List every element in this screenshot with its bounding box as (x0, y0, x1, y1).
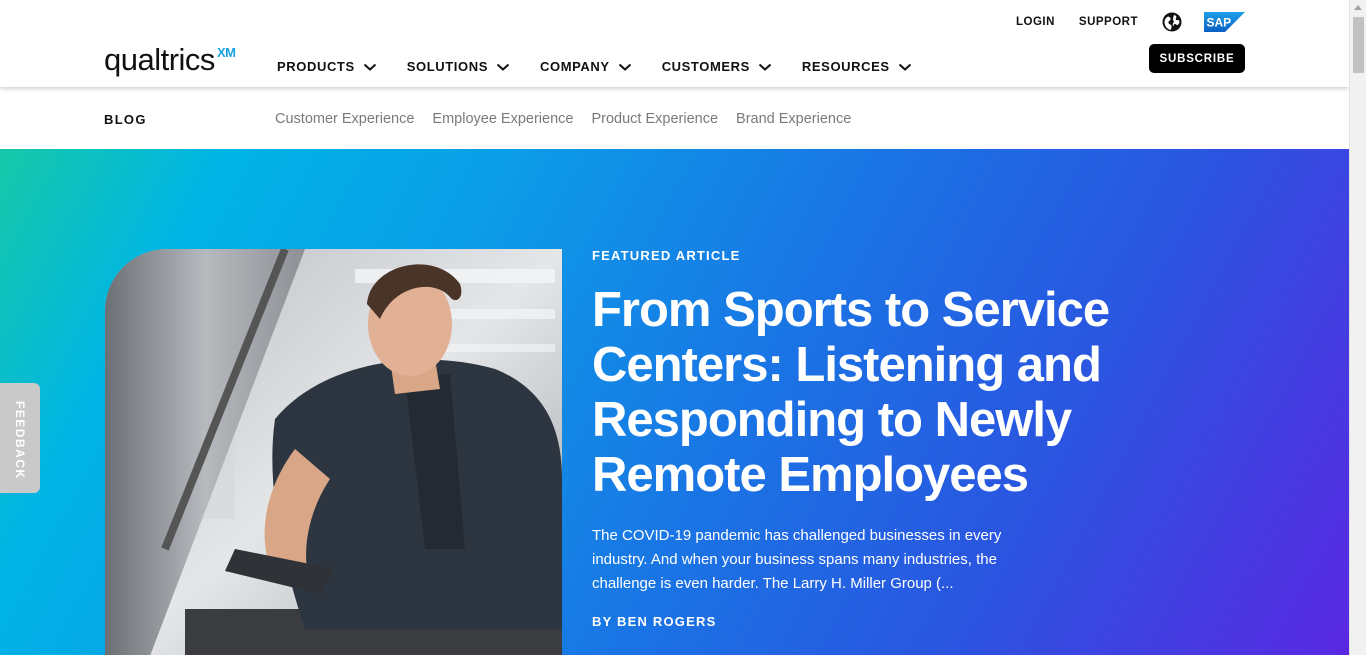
chevron-down-icon (496, 63, 510, 71)
scroll-up-arrow-icon[interactable] (1354, 5, 1362, 10)
feedback-tab[interactable]: FEEDBACK (0, 383, 40, 493)
article-title[interactable]: From Sports to Service Centers: Listenin… (592, 283, 1192, 503)
nav-label: RESOURCES (801, 59, 890, 74)
nav-resources[interactable]: RESOURCES (802, 59, 912, 74)
chevron-down-icon (618, 63, 631, 71)
sap-logo[interactable]: SAP (1204, 12, 1245, 32)
category-customer-experience[interactable]: Customer Experience (275, 111, 414, 127)
utility-nav: LOGIN SUPPORT SAP (992, 12, 1245, 32)
globe-icon[interactable] (1162, 12, 1182, 32)
chevron-down-icon (758, 63, 772, 71)
nav-label: PRODUCTS (277, 59, 355, 74)
category-employee-experience[interactable]: Employee Experience (432, 111, 573, 127)
nav-label: COMPANY (540, 59, 610, 74)
main-nav: PRODUCTS SOLUTIONS COMPANY CUSTOMERS RES… (277, 59, 942, 74)
category-product-experience[interactable]: Product Experience (591, 111, 718, 127)
chevron-down-icon (898, 63, 911, 71)
chevron-down-icon (363, 63, 376, 71)
logo-xm-mark: XM (217, 45, 236, 60)
featured-article-image[interactable] (105, 249, 562, 655)
featured-eyebrow: FEATURED ARTICLE (592, 248, 741, 263)
feedback-label: FEEDBACK (13, 401, 27, 480)
nav-company[interactable]: COMPANY (540, 59, 632, 74)
support-link[interactable]: SUPPORT (1079, 16, 1138, 28)
logo-wordmark: qualtrics (104, 42, 215, 77)
scroll-thumb[interactable] (1353, 17, 1364, 73)
blog-home-link[interactable]: BLOG (104, 112, 147, 127)
featured-article-hero: FEATURED ARTICLE From Sports to Service … (0, 149, 1349, 655)
mechanic-photo (105, 249, 562, 655)
nav-solutions[interactable]: SOLUTIONS (407, 59, 510, 74)
nav-customers[interactable]: CUSTOMERS (662, 59, 772, 74)
nav-label: CUSTOMERS (661, 59, 750, 74)
site-header: qualtrics XM LOGIN SUPPORT SAP PRODUCTS (0, 0, 1349, 87)
blog-subnav: BLOG Customer Experience Employee Experi… (0, 87, 1349, 149)
nav-label: SOLUTIONS (406, 59, 488, 74)
subscribe-button[interactable]: SUBSCRIBE (1149, 44, 1245, 73)
category-brand-experience[interactable]: Brand Experience (736, 111, 851, 127)
nav-products[interactable]: PRODUCTS (277, 59, 377, 74)
article-byline: BY BEN ROGERS (592, 614, 717, 629)
page-scrollbar[interactable] (1349, 0, 1366, 655)
sap-logo-text: SAP (1207, 16, 1232, 30)
blog-categories: Customer Experience Employee Experience … (275, 111, 869, 127)
article-excerpt: The COVID-19 pandemic has challenged bus… (592, 527, 1002, 592)
login-link[interactable]: LOGIN (1016, 16, 1055, 28)
